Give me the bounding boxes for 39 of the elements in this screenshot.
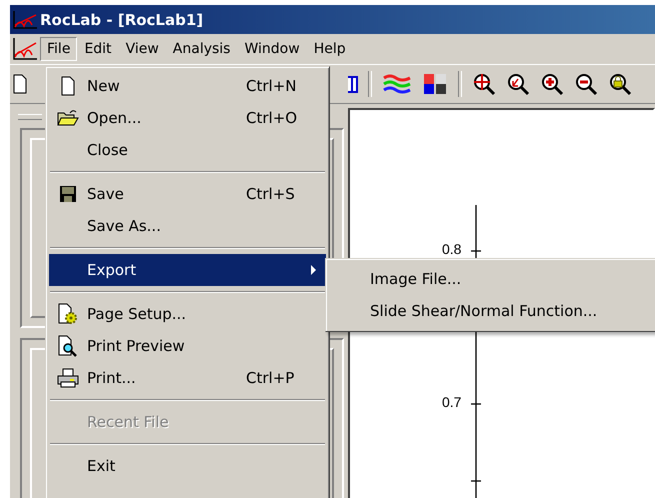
window-icon[interactable]	[348, 74, 358, 94]
chart-icon[interactable]	[12, 37, 38, 61]
menu-item[interactable]: Save Ctrl+S	[49, 178, 326, 210]
printer-icon	[57, 368, 79, 388]
page-setup-icon	[57, 303, 79, 325]
window-title: RocLab - [RocLab1]	[40, 10, 204, 28]
menu-item[interactable]: Exit	[49, 450, 326, 482]
zoom-window-icon[interactable]	[472, 72, 496, 96]
print-preview-icon	[57, 335, 79, 357]
menu-item[interactable]: Analysis	[166, 37, 238, 61]
new-file-icon[interactable]	[12, 74, 28, 94]
open-folder-icon	[57, 109, 79, 127]
menu-item[interactable]: Page Setup...	[49, 298, 326, 330]
menu-item[interactable]: Export	[49, 254, 326, 286]
menu-item[interactable]: Slide Shear/Normal Function...	[326, 295, 655, 327]
menu-item[interactable]: Help	[306, 37, 353, 61]
menu-item[interactable]: Print Preview	[49, 330, 326, 362]
new-file-icon	[60, 76, 76, 96]
zoom-out-icon[interactable]	[574, 72, 598, 96]
axis-label: 0.7	[442, 394, 462, 410]
menu-item[interactable]: Save As...	[49, 210, 326, 242]
menu-item[interactable]: Print... Ctrl+P	[49, 362, 326, 394]
color-scale-icon[interactable]	[422, 72, 448, 96]
menu-item[interactable]: Window	[237, 37, 307, 61]
zoom-lock-icon[interactable]	[608, 72, 632, 96]
axis-label: 0.8	[442, 241, 462, 257]
menu-item[interactable]: Close	[49, 134, 326, 166]
zoom-extents-icon[interactable]	[506, 72, 530, 96]
menu-item[interactable]: View	[118, 37, 166, 61]
menu-item[interactable]: New Ctrl+N	[49, 70, 326, 102]
menu-item[interactable]: Image File...	[326, 263, 655, 295]
submenu-arrow-icon	[311, 265, 316, 275]
menu-item[interactable]: File	[40, 37, 78, 61]
zoom-in-icon[interactable]	[540, 72, 564, 96]
save-icon	[59, 185, 77, 203]
menu-item[interactable]: Edit	[77, 37, 119, 61]
chart-icon	[12, 10, 38, 30]
menu-item[interactable]: Open... Ctrl+O	[49, 102, 326, 134]
colored-lines-icon[interactable]	[382, 73, 412, 95]
